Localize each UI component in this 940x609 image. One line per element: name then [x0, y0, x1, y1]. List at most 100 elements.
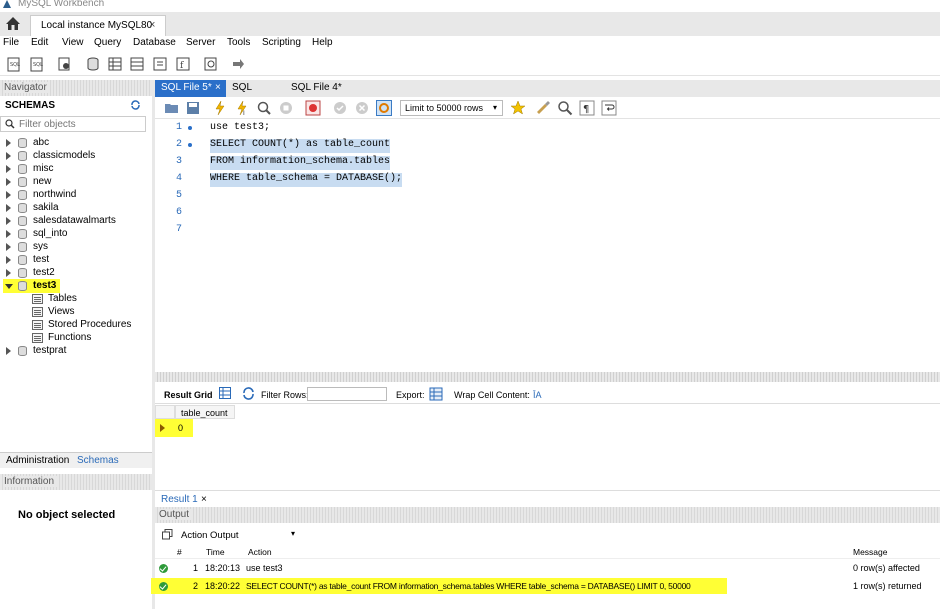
- schema-item-test[interactable]: test: [0, 254, 150, 267]
- stop-icon[interactable]: [278, 100, 294, 116]
- expand-arrow-icon[interactable]: [6, 256, 11, 264]
- expand-arrow-icon[interactable]: [6, 269, 11, 277]
- schema-item-salesdatawalmarts[interactable]: salesdatawalmarts: [0, 215, 150, 228]
- output-row[interactable]: 1 18:20:13 use test3 0 row(s) affected: [155, 560, 940, 577]
- schema-node-views[interactable]: Views: [32, 306, 152, 319]
- new-sql-tab-icon[interactable]: SQL: [7, 56, 23, 72]
- expand-arrow-icon[interactable]: [6, 230, 11, 238]
- schema-item-sys[interactable]: sys: [0, 241, 150, 254]
- schema-item-test2[interactable]: test2: [0, 267, 150, 280]
- expand-arrow-icon[interactable]: [6, 178, 11, 186]
- create-view-icon[interactable]: [129, 56, 145, 72]
- toggle-continue-on-error-icon[interactable]: [305, 100, 321, 116]
- execute-current-icon[interactable]: I: [234, 100, 250, 116]
- schema-label: new: [33, 176, 52, 187]
- menu-server[interactable]: Server: [186, 37, 215, 48]
- home-icon[interactable]: [5, 16, 21, 31]
- schema-item-new[interactable]: new: [0, 176, 150, 189]
- menu-file[interactable]: File: [3, 37, 19, 48]
- rollback-icon[interactable]: [354, 100, 370, 116]
- expand-arrow-icon[interactable]: [6, 139, 11, 147]
- schema-node-functions[interactable]: Functions: [32, 332, 152, 345]
- expand-arrow-icon[interactable]: [6, 191, 11, 199]
- editor-results-splitter[interactable]: [155, 372, 940, 382]
- open-folder-icon[interactable]: [164, 100, 180, 116]
- tab-sql-file-5[interactable]: SQL File 5* ×: [155, 80, 226, 97]
- cell-value[interactable]: 0: [178, 423, 183, 433]
- create-procedure-icon[interactable]: [152, 56, 168, 72]
- tab-schemas[interactable]: Schemas: [77, 455, 119, 466]
- output-row[interactable]: 2 18:20:22 SELECT COUNT(*) as table_coun…: [155, 578, 940, 595]
- connection-tab[interactable]: Local instance MySQL80 ×: [30, 15, 166, 36]
- explain-icon[interactable]: [256, 100, 272, 116]
- result-grid-tab[interactable]: Result Grid: [164, 390, 213, 400]
- result-tabs: Result 1 ×: [155, 490, 940, 506]
- close-icon[interactable]: ×: [201, 494, 207, 505]
- filter-objects-input[interactable]: [19, 118, 143, 130]
- tab-sql-file-4[interactable]: SQL File 4*: [285, 80, 348, 97]
- create-function-icon[interactable]: f: [175, 56, 191, 72]
- schema-item-classicmodels[interactable]: classicmodels: [0, 150, 150, 163]
- menu-scripting[interactable]: Scripting: [262, 37, 301, 48]
- open-sql-script-icon[interactable]: SQL: [30, 56, 46, 72]
- inspector-icon[interactable]: [57, 56, 73, 72]
- create-schema-icon[interactable]: [85, 56, 101, 72]
- close-icon[interactable]: ×: [149, 19, 155, 31]
- create-table-icon[interactable]: [107, 56, 123, 72]
- find-icon[interactable]: [557, 100, 573, 116]
- schema-item-testprat[interactable]: testprat: [0, 345, 150, 358]
- schema-item-northwind[interactable]: northwind: [0, 189, 150, 202]
- expand-arrow-icon[interactable]: [6, 165, 11, 173]
- limit-rows-select[interactable]: Limit to 50000 rows ▾: [400, 100, 503, 116]
- save-icon[interactable]: [185, 100, 201, 116]
- menu-view[interactable]: View: [62, 37, 84, 48]
- result-grid-toolbar: Result Grid Filter Rows: Export: Wrap Ce…: [155, 384, 940, 404]
- refresh-rows-icon[interactable]: [242, 387, 255, 400]
- menu-database[interactable]: Database: [133, 37, 176, 48]
- expand-arrow-icon[interactable]: [6, 347, 11, 355]
- code-line-4: WHERE table_schema = DATABASE();: [210, 173, 403, 187]
- sql-editor[interactable]: 1 2 3 4 5 6 7 use test3; SELECT COUNT(*)…: [155, 119, 940, 372]
- schema-node-tables[interactable]: Tables: [32, 293, 152, 306]
- collapse-arrow-icon[interactable]: [5, 284, 13, 289]
- execute-icon[interactable]: [212, 100, 228, 116]
- menu-tools[interactable]: Tools: [227, 37, 250, 48]
- grid-view-icon[interactable]: [219, 387, 231, 399]
- column-header[interactable]: table_count: [175, 405, 235, 419]
- copy-icon[interactable]: [162, 529, 173, 540]
- schema-item-sql-into[interactable]: sql_into: [0, 228, 150, 241]
- menu-query[interactable]: Query: [94, 37, 121, 48]
- tab-administration[interactable]: Administration: [6, 455, 69, 466]
- menu-edit[interactable]: Edit: [31, 37, 48, 48]
- wrap-cell-icon[interactable]: ĪA: [533, 390, 542, 400]
- expand-arrow-icon[interactable]: [6, 204, 11, 212]
- schema-label: misc: [33, 163, 54, 174]
- schema-item-test3[interactable]: test3: [0, 280, 150, 293]
- expand-arrow-icon[interactable]: [6, 152, 11, 160]
- close-icon[interactable]: ×: [215, 82, 221, 93]
- export-icon[interactable]: [429, 387, 443, 401]
- expand-arrow-icon[interactable]: [6, 243, 11, 251]
- reconnect-icon[interactable]: [230, 56, 246, 72]
- schema-item-sakila[interactable]: sakila: [0, 202, 150, 215]
- schema-label: sql_into: [33, 228, 68, 239]
- menu-help[interactable]: Help: [312, 37, 333, 48]
- search-table-data-icon[interactable]: [203, 56, 219, 72]
- database-icon: [18, 281, 27, 291]
- schema-node-stored-procedures[interactable]: Stored Procedures: [32, 319, 152, 332]
- schema-item-abc[interactable]: abc: [0, 137, 150, 150]
- refresh-icon[interactable]: [130, 100, 141, 110]
- tab-result-1[interactable]: Result 1: [161, 494, 198, 505]
- autocommit-toggle-icon[interactable]: [376, 100, 392, 116]
- expand-arrow-icon[interactable]: [6, 217, 11, 225]
- commit-icon[interactable]: [332, 100, 348, 116]
- add-snippet-icon[interactable]: [510, 100, 526, 116]
- schema-item-misc[interactable]: misc: [0, 163, 150, 176]
- invisible-chars-icon[interactable]: ¶: [579, 100, 595, 116]
- tab-sql[interactable]: SQL: [226, 80, 258, 97]
- word-wrap-icon[interactable]: [601, 100, 617, 116]
- tab-label: SQL File 4*: [291, 82, 342, 93]
- beautify-icon[interactable]: [535, 100, 551, 116]
- filter-rows-input[interactable]: [307, 387, 387, 401]
- output-mode-select[interactable]: ▾: [239, 528, 299, 542]
